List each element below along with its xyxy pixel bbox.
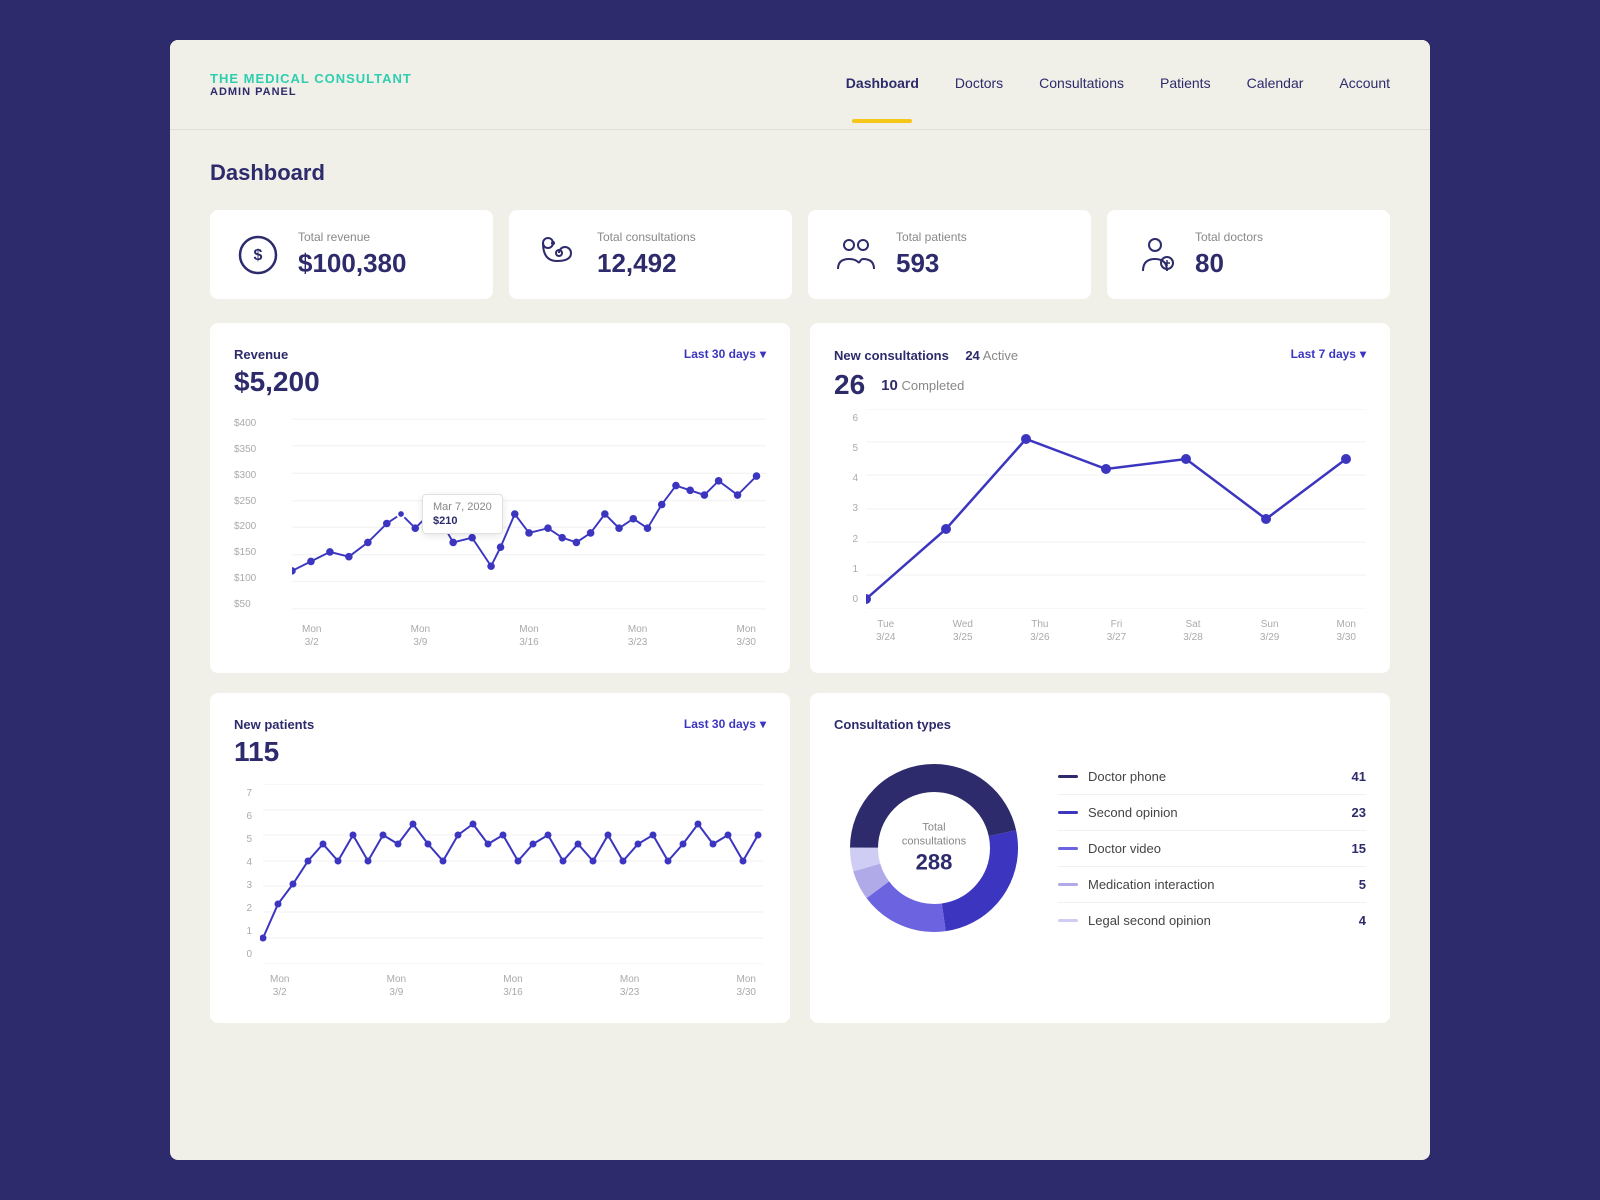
svg-text:$: $ <box>254 247 263 264</box>
consultation-types-title: Consultation types <box>834 717 951 732</box>
stat-info-patients: Total patients 593 <box>896 230 967 279</box>
stat-card-revenue: $ Total revenue $100,380 <box>210 210 493 299</box>
chevron-down-icon-3: ▾ <box>760 717 766 731</box>
legend-color-medication <box>1058 883 1078 886</box>
revenue-chart-header: Revenue Last 30 days ▾ <box>234 347 766 362</box>
legend-item-doctor-video: Doctor video 15 <box>1058 831 1366 867</box>
nav-item-patients[interactable]: Patients <box>1160 75 1211 95</box>
patients-chart-title: New patients <box>234 717 314 732</box>
revenue-chart-card: Revenue Last 30 days ▾ $5,200 $400 $350 … <box>210 323 790 673</box>
revenue-chart-filter[interactable]: Last 30 days ▾ <box>684 347 766 361</box>
app-container: THE MEDICAL CONSULTANT ADMIN PANEL Dashb… <box>170 40 1430 1160</box>
x-label-mon330: Mon3/30 <box>737 623 756 649</box>
chevron-down-icon: ▾ <box>760 347 766 361</box>
header: THE MEDICAL CONSULTANT ADMIN PANEL Dashb… <box>170 40 1430 130</box>
stat-value-revenue: $100,380 <box>298 248 406 279</box>
consultation-types-card: Consultation types <box>810 693 1390 1023</box>
revenue-chart-svg <box>292 414 766 614</box>
legend-label-doctor-video: Doctor video <box>1088 841 1161 856</box>
stat-label-doctors: Total doctors <box>1195 230 1263 244</box>
stat-cards: $ Total revenue $100,380 <box>210 210 1390 299</box>
stat-info-doctors: Total doctors 80 <box>1195 230 1263 279</box>
revenue-x-labels: Mon3/2 Mon3/9 Mon3/16 Mon3/23 Mon3/30 <box>292 619 766 649</box>
nav-item-doctors[interactable]: Doctors <box>955 75 1003 95</box>
legend-color-legal <box>1058 919 1078 922</box>
legend-color-doctor-video <box>1058 847 1078 850</box>
page-title: Dashboard <box>210 160 1390 186</box>
consultations-x-labels: Tue3/24 Wed3/25 Thu3/26 Fri3/27 Sat3/28 … <box>866 614 1366 644</box>
patients-chart-value: 115 <box>234 736 766 768</box>
logo-title: THE MEDICAL CONSULTANT <box>210 71 412 86</box>
consultation-types-header: Consultation types <box>834 717 1366 732</box>
logo-block: THE MEDICAL CONSULTANT ADMIN PANEL <box>210 71 412 98</box>
charts-row-1: Revenue Last 30 days ▾ $5,200 $400 $350 … <box>210 323 1390 673</box>
legend-color-doctor-phone <box>1058 775 1078 778</box>
x-label-mon323: Mon3/23 <box>628 623 647 649</box>
stat-label-patients: Total patients <box>896 230 967 244</box>
main-content: Dashboard $ Total revenue $100,380 <box>170 130 1430 1053</box>
nav-item-account[interactable]: Account <box>1339 75 1390 95</box>
doctors-icon <box>1131 231 1179 279</box>
revenue-chart-title: Revenue <box>234 347 288 362</box>
legend-label-medication: Medication interaction <box>1088 877 1214 892</box>
legend-item-legal: Legal second opinion 4 <box>1058 903 1366 938</box>
donut-section: Totalconsultations 288 Doctor phone 41 <box>834 748 1366 948</box>
legend-color-second-opinion <box>1058 811 1078 814</box>
chevron-down-icon-2: ▾ <box>1360 347 1366 361</box>
patients-chart-header: New patients Last 30 days ▾ <box>234 717 766 732</box>
x-label-mon39: Mon3/9 <box>411 623 430 649</box>
legend-value-medication: 5 <box>1359 877 1366 892</box>
donut-center-label: Totalconsultations <box>902 821 966 850</box>
stat-value-doctors: 80 <box>1195 248 1263 279</box>
stethoscope-icon <box>533 231 581 279</box>
stat-value-patients: 593 <box>896 248 967 279</box>
patients-x-labels: Mon3/2 Mon3/9 Mon3/16 Mon3/23 Mon3/30 <box>260 969 766 999</box>
patients-icon <box>832 231 880 279</box>
legend-value-doctor-phone: 41 <box>1352 769 1366 784</box>
consultations-chart-svg <box>866 409 1366 609</box>
revenue-chart-value: $5,200 <box>234 366 766 398</box>
stat-label-revenue: Total revenue <box>298 230 406 244</box>
consultations-chart-value: 26 <box>834 369 865 401</box>
legend-label-second-opinion: Second opinion <box>1088 805 1178 820</box>
nav-item-consultations[interactable]: Consultations <box>1039 75 1124 95</box>
stat-card-patients: Total patients 593 <box>808 210 1091 299</box>
consultations-chart-card: New consultations 24 Active Last 7 days … <box>810 323 1390 673</box>
donut-center-text: Totalconsultations 288 <box>902 821 966 876</box>
legend-item-doctor-phone: Doctor phone 41 <box>1058 759 1366 795</box>
consultations-chart-title: New consultations <box>834 348 949 363</box>
dollar-icon: $ <box>234 231 282 279</box>
legend-list: Doctor phone 41 Second opinion 23 <box>1058 759 1366 938</box>
legend-item-medication: Medication interaction 5 <box>1058 867 1366 903</box>
nav-item-dashboard[interactable]: Dashboard <box>846 75 919 95</box>
x-label-mon32: Mon3/2 <box>302 623 321 649</box>
logo-sub: ADMIN PANEL <box>210 86 412 98</box>
patients-chart-svg <box>260 784 766 964</box>
legend-item-second-opinion: Second opinion 23 <box>1058 795 1366 831</box>
legend-label-doctor-phone: Doctor phone <box>1088 769 1166 784</box>
legend-value-legal: 4 <box>1359 913 1366 928</box>
legend-value-second-opinion: 23 <box>1352 805 1366 820</box>
consultations-chart-header: New consultations 24 Active Last 7 days … <box>834 347 1366 365</box>
stat-card-consultations: Total consultations 12,492 <box>509 210 792 299</box>
x-label-mon316: Mon3/16 <box>519 623 538 649</box>
stat-info-consultations: Total consultations 12,492 <box>597 230 696 279</box>
legend-label-legal: Legal second opinion <box>1088 913 1211 928</box>
stat-value-consultations: 12,492 <box>597 248 696 279</box>
consultations-chart-filter[interactable]: Last 7 days ▾ <box>1291 347 1366 361</box>
donut-center-value: 288 <box>902 849 966 875</box>
main-nav: Dashboard Doctors Consultations Patients… <box>846 75 1390 95</box>
legend-value-doctor-video: 15 <box>1352 841 1366 856</box>
charts-row-2: New patients Last 30 days ▾ 115 7 6 5 4 … <box>210 693 1390 1023</box>
patients-chart-filter[interactable]: Last 30 days ▾ <box>684 717 766 731</box>
patients-chart-card: New patients Last 30 days ▾ 115 7 6 5 4 … <box>210 693 790 1023</box>
stat-label-consultations: Total consultations <box>597 230 696 244</box>
nav-item-calendar[interactable]: Calendar <box>1247 75 1304 95</box>
donut-chart: Totalconsultations 288 <box>834 748 1034 948</box>
stat-info-revenue: Total revenue $100,380 <box>298 230 406 279</box>
stat-card-doctors: Total doctors 80 <box>1107 210 1390 299</box>
